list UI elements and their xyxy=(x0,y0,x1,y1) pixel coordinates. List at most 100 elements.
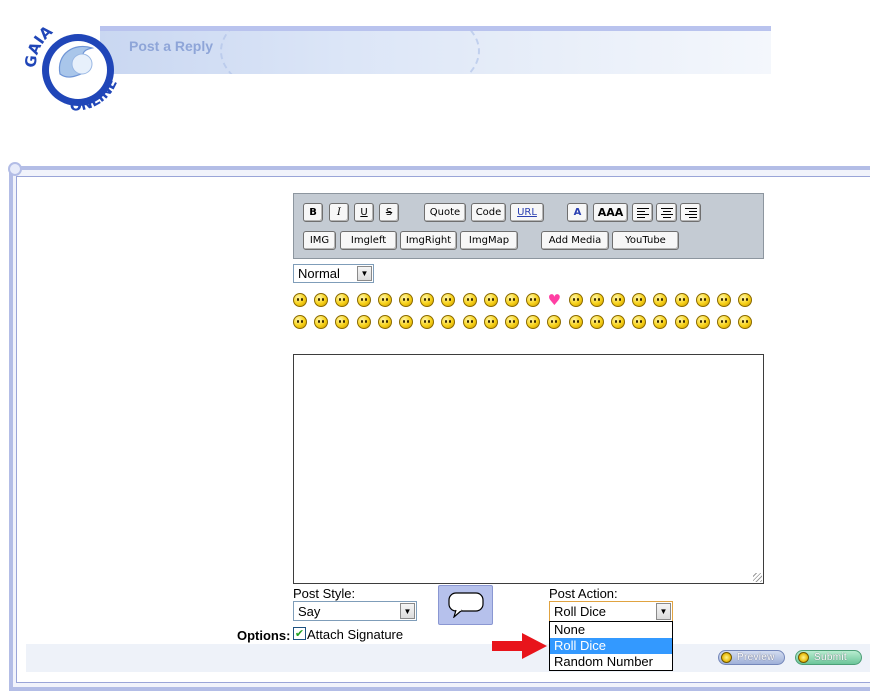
post-action-option-none[interactable]: None xyxy=(550,622,672,638)
font-size-button[interactable]: AAA xyxy=(593,203,628,222)
emoticon-icon[interactable] xyxy=(356,315,371,329)
emoticon-icon[interactable] xyxy=(462,315,477,329)
emoticon-icon[interactable] xyxy=(314,293,329,307)
align-center-button[interactable] xyxy=(656,203,677,222)
url-button[interactable]: URL xyxy=(510,203,544,222)
font-size-select-value: Normal xyxy=(298,266,340,281)
emoticon-icon[interactable] xyxy=(547,315,562,329)
strikethrough-button[interactable]: S xyxy=(379,203,399,222)
submit-arrow-icon xyxy=(798,652,809,663)
post-style-preview[interactable] xyxy=(438,585,493,625)
chevron-down-icon[interactable]: ▼ xyxy=(400,603,415,619)
frame-corner-decoration xyxy=(8,162,22,176)
preview-icon xyxy=(721,652,732,663)
quote-button[interactable]: Quote xyxy=(424,203,466,222)
youtube-button[interactable]: YouTube xyxy=(612,231,679,250)
emoticon-icon[interactable] xyxy=(335,293,350,307)
attach-signature-checkbox[interactable]: ✔ xyxy=(293,627,306,640)
emoticon-icon[interactable] xyxy=(441,293,456,307)
align-right-icon xyxy=(684,207,697,218)
emoticon-icon[interactable] xyxy=(738,315,753,329)
emoticon-icon[interactable] xyxy=(589,315,604,329)
emoticon-icon[interactable] xyxy=(526,315,541,329)
post-action-label: Post Action: xyxy=(549,586,618,601)
emoticon-icon[interactable] xyxy=(738,293,753,307)
emoticon-icon[interactable] xyxy=(293,293,307,307)
emoticon-icon[interactable] xyxy=(632,293,647,307)
bold-button[interactable]: B xyxy=(303,203,323,222)
emoticon-icon[interactable] xyxy=(695,315,710,329)
preview-button-label: Preview xyxy=(737,652,775,663)
emoticon-icon[interactable] xyxy=(695,293,710,307)
emoticon-icon[interactable] xyxy=(293,315,307,329)
submit-button-label: Submit xyxy=(814,652,847,663)
align-left-button[interactable] xyxy=(632,203,653,222)
post-action-select[interactable]: Roll Dice ▼ xyxy=(549,601,673,622)
emoticon-icon[interactable] xyxy=(589,293,604,307)
preview-button[interactable]: Preview xyxy=(718,650,785,665)
emoticon-icon[interactable] xyxy=(441,315,456,329)
emoticon-icon[interactable] xyxy=(505,315,519,329)
emoticon-icon[interactable] xyxy=(314,315,329,329)
emoticon-icon[interactable] xyxy=(377,315,392,329)
emoticon-icon[interactable] xyxy=(632,315,647,329)
emoticon-icon[interactable] xyxy=(611,293,625,307)
emoticon-icon[interactable] xyxy=(717,293,731,307)
emoticon-icon[interactable] xyxy=(356,293,371,307)
imgmap-button[interactable]: ImgMap xyxy=(460,231,518,250)
post-action-select-value: Roll Dice xyxy=(554,604,607,619)
post-action-dropdown-list: None Roll Dice Random Number xyxy=(549,621,673,671)
submit-button[interactable]: Submit xyxy=(795,650,862,665)
options-label: Options: xyxy=(237,628,291,643)
emoticon-icon[interactable] xyxy=(420,293,435,307)
emoticon-icon[interactable] xyxy=(505,293,519,307)
post-style-select-value: Say xyxy=(298,603,321,619)
emoticon-icon[interactable] xyxy=(335,315,350,329)
post-action-option-roll-dice[interactable]: Roll Dice xyxy=(550,638,672,654)
imgright-button[interactable]: ImgRight xyxy=(400,231,457,250)
emoticon-icon[interactable] xyxy=(483,293,498,307)
emoticon-grid: ♥ xyxy=(293,291,763,335)
code-button[interactable]: Code xyxy=(471,203,506,222)
underline-button[interactable]: U xyxy=(354,203,374,222)
speech-bubble-icon xyxy=(447,592,484,618)
img-button[interactable]: IMG xyxy=(303,231,336,250)
emoticon-icon[interactable] xyxy=(483,315,498,329)
attach-signature-label[interactable]: Attach Signature xyxy=(307,627,403,642)
page-title: Post a Reply xyxy=(129,38,214,54)
bbcode-toolbar: B I U S Quote Code URL A AAA IMG Imgleft… xyxy=(293,193,764,259)
emoticon-icon[interactable] xyxy=(526,293,541,307)
emoticon-icon[interactable] xyxy=(568,315,583,329)
message-textarea[interactable] xyxy=(293,354,764,584)
emoticon-icon[interactable] xyxy=(399,293,413,307)
red-arrow-icon xyxy=(492,633,547,659)
imgleft-button[interactable]: Imgleft xyxy=(340,231,397,250)
post-action-option-random-number[interactable]: Random Number xyxy=(550,654,672,670)
emoticon-icon[interactable] xyxy=(399,315,413,329)
align-right-button[interactable] xyxy=(680,203,701,222)
chevron-down-icon[interactable]: ▼ xyxy=(656,603,671,620)
resize-grip-icon[interactable] xyxy=(753,573,762,582)
post-style-label: Post Style: xyxy=(293,586,356,601)
emoticon-icon[interactable] xyxy=(674,315,689,329)
heart-icon[interactable]: ♥ xyxy=(547,293,561,308)
emoticon-icon[interactable] xyxy=(653,315,668,329)
align-center-icon xyxy=(660,207,673,218)
emoticon-icon[interactable] xyxy=(420,315,435,329)
header-swoosh-decoration xyxy=(220,31,480,74)
emoticon-icon[interactable] xyxy=(377,293,392,307)
emoticon-icon[interactable] xyxy=(611,315,625,329)
gaia-online-logo[interactable]: GAIA ONLINE xyxy=(22,14,134,118)
align-left-icon xyxy=(636,207,649,218)
emoticon-icon[interactable] xyxy=(717,315,731,329)
emoticon-icon[interactable] xyxy=(462,293,477,307)
chevron-down-icon[interactable]: ▼ xyxy=(357,266,372,281)
emoticon-icon[interactable] xyxy=(568,293,583,307)
emoticon-icon[interactable] xyxy=(653,293,668,307)
add-media-button[interactable]: Add Media xyxy=(541,231,609,250)
post-style-select[interactable]: Say ▼ xyxy=(293,601,417,621)
font-size-select[interactable]: Normal ▼ xyxy=(293,264,374,283)
emoticon-icon[interactable] xyxy=(674,293,689,307)
italic-button[interactable]: I xyxy=(329,203,349,222)
font-color-button[interactable]: A xyxy=(567,203,588,222)
